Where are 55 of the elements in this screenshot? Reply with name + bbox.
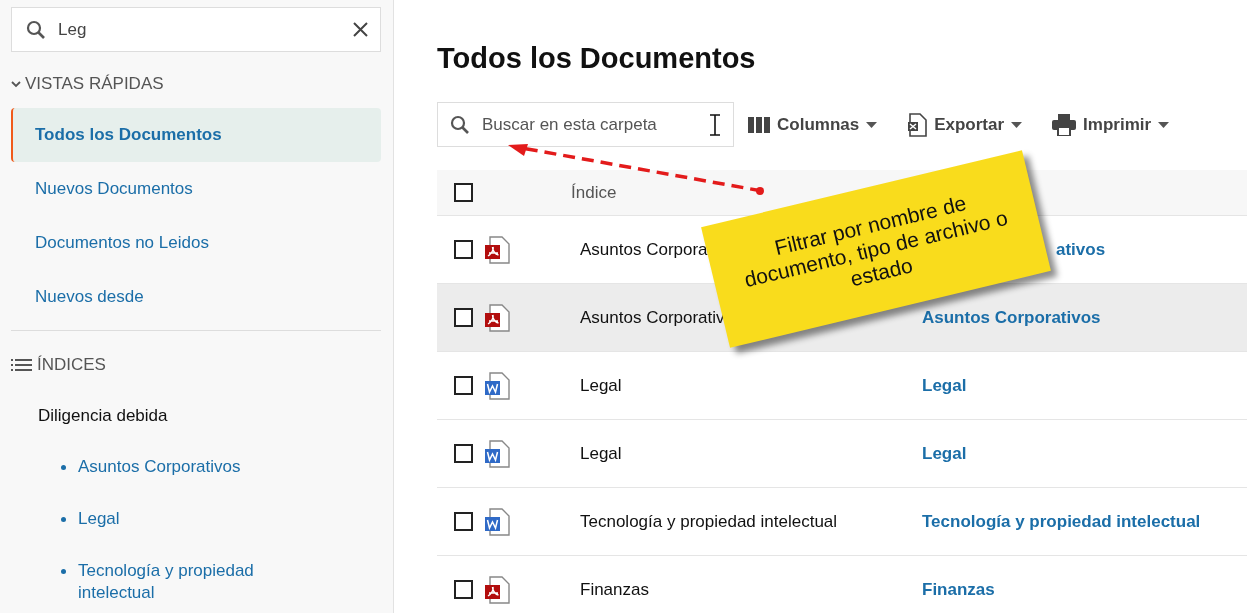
index-link[interactable]: Legal [922, 375, 967, 396]
section-title: VISTAS RÁPIDAS [25, 74, 164, 94]
columns-icon [748, 116, 770, 133]
bullet-icon [61, 517, 66, 522]
caret-icon [1011, 121, 1023, 128]
printer-icon [1052, 113, 1077, 136]
quick-view-item[interactable]: Documentos no Leidos [11, 216, 381, 270]
document-name: Finanzas [580, 579, 649, 600]
page-title: Todos los Documentos [437, 42, 757, 75]
search-icon [450, 114, 470, 135]
document-name: Legal [580, 443, 622, 464]
sidebar-search-input[interactable]: Leg [56, 18, 343, 41]
select-all-checkbox[interactable] [454, 183, 473, 202]
quick-view-item[interactable]: Nuevos desde [11, 270, 381, 324]
pdf-file-icon [484, 303, 510, 332]
index-link[interactable]: Asuntos Corporativos [78, 456, 298, 478]
index-link[interactable]: Tecnología y propiedad intelectual [922, 511, 1201, 532]
caret-icon [866, 121, 878, 128]
bullet-icon [61, 465, 66, 470]
print-button[interactable]: Imprimir [1052, 113, 1170, 136]
document-name: Tecnología y propiedad intelectual [580, 511, 838, 532]
quick-view-item[interactable]: Nuevos Documentos [11, 162, 381, 216]
row-checkbox[interactable] [454, 240, 473, 259]
word-file-icon [484, 507, 510, 536]
export-button[interactable]: Exportar [907, 112, 1023, 137]
row-checkbox[interactable] [454, 512, 473, 531]
index-parent-item[interactable]: Diligencia debida [38, 406, 381, 426]
section-title: ÍNDICES [37, 355, 106, 375]
spreadsheet-file-icon [907, 112, 928, 137]
search-icon [26, 19, 46, 40]
index-link[interactable]: Legal [78, 508, 298, 530]
word-file-icon [484, 439, 510, 468]
close-icon[interactable] [353, 22, 368, 37]
chevron-icon[interactable] [11, 80, 21, 88]
caret-icon [1158, 121, 1170, 128]
list-icon [11, 359, 33, 371]
row-checkbox[interactable] [454, 308, 473, 327]
text-cursor-icon [709, 113, 721, 136]
bullet-icon [61, 569, 66, 574]
columns-button[interactable]: Columnas [748, 114, 878, 135]
index-link[interactable]: ativos [1056, 239, 1106, 260]
index-link[interactable]: Finanzas [922, 579, 995, 600]
pdf-file-icon [484, 235, 510, 264]
row-checkbox[interactable] [454, 444, 473, 463]
row-checkbox[interactable] [454, 580, 473, 599]
folder-search-field[interactable]: Buscar en esta carpeta [437, 102, 734, 147]
column-header[interactable]: Índice [571, 182, 617, 203]
index-link[interactable]: Legal [922, 443, 967, 464]
quick-view-item[interactable]: Todos los Documentos [11, 108, 381, 162]
row-checkbox[interactable] [454, 376, 473, 395]
document-name: Legal [580, 375, 622, 396]
pdf-file-icon [484, 575, 510, 604]
index-link[interactable]: Tecnología y propiedad intelectual [78, 560, 298, 604]
sidebar-search-field[interactable]: Leg [11, 7, 381, 52]
word-file-icon [484, 371, 510, 400]
